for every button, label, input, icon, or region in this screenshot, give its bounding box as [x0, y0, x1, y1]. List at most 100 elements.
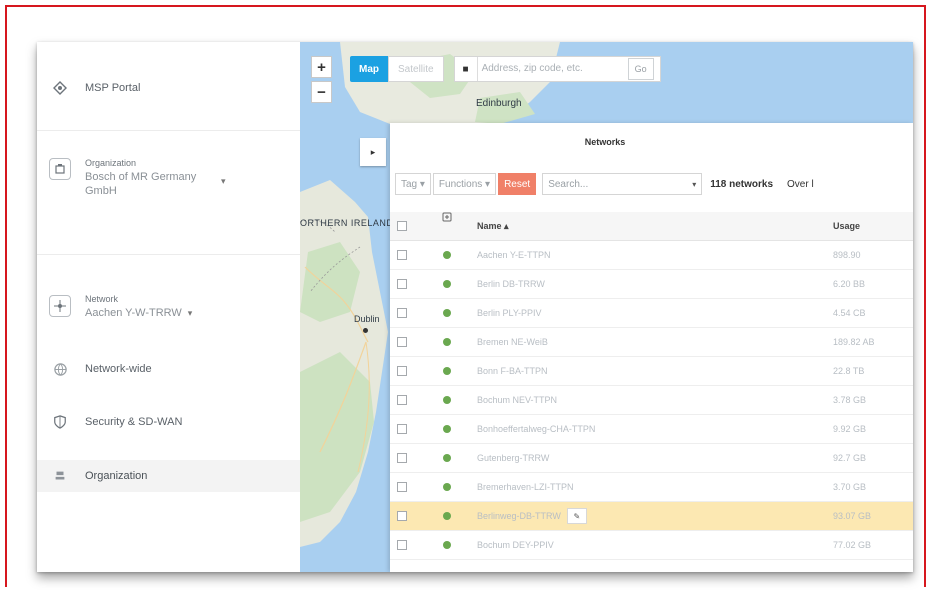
chevron-down-icon: ▾ — [221, 176, 226, 186]
location-pin-icon: ■ — [462, 63, 469, 75]
organization-block: Organization Bosch of MR Germany GmbH ▾ — [85, 156, 226, 198]
msp-portal-label: MSP Portal — [85, 82, 141, 94]
status-dot-icon — [443, 444, 451, 472]
table-row[interactable]: Bochum NEV-TTPN 3.78 GB — [390, 386, 913, 415]
row-checkbox[interactable] — [397, 531, 407, 559]
row-checkbox[interactable] — [397, 502, 407, 530]
row-checkbox[interactable] — [397, 270, 407, 298]
row-checkbox[interactable] — [397, 415, 407, 443]
select-all-checkbox[interactable] — [397, 212, 407, 240]
network-usage: 92.7 GB — [833, 453, 867, 463]
usage-column-header[interactable]: Usage — [833, 212, 860, 240]
panel-title: Networks — [584, 137, 626, 147]
network-name-text: Bremerhaven-LZI-TTPN — [477, 482, 574, 492]
reset-button[interactable]: Reset — [498, 173, 537, 195]
map-label-edinburgh: Edinburgh — [476, 98, 522, 109]
row-checkbox[interactable] — [397, 241, 407, 269]
row-checkbox[interactable] — [397, 473, 407, 501]
table-row[interactable]: Aachen Y-E-TTPN 898.90 — [390, 241, 913, 270]
row-checkbox[interactable] — [397, 328, 407, 356]
sidebar-item-msp-portal[interactable]: MSP Portal — [37, 70, 300, 106]
search-placeholder: Search... — [548, 178, 589, 190]
sidebar-item-organization[interactable]: Organization — [37, 460, 300, 492]
network-name[interactable]: Bremen NE-WeiB — [477, 328, 548, 356]
network-name-text: Berlin DB-TRRW — [477, 279, 545, 289]
table-row[interactable]: Bonhoeffertalweg-CHA-TTPN 9.92 GB — [390, 415, 913, 444]
network-usage: 9.92 GB — [833, 424, 867, 434]
network-name[interactable]: Berlin PLY-PPIV — [477, 299, 542, 327]
table-row[interactable]: Bochum DEY-PPIV 77.02 GB — [390, 531, 913, 560]
tag-filter-button[interactable]: Tag ▾ — [395, 173, 431, 195]
organization-nav-icon — [49, 465, 71, 487]
organization-selector[interactable]: Organization Bosch of MR Germany GmbH ▾ — [37, 150, 300, 210]
network-name[interactable]: Aachen Y-E-TTPN — [477, 241, 551, 269]
name-column-header[interactable]: Name ▴ — [477, 212, 509, 240]
table-row[interactable]: Bonn F-BA-TTPN 22.8 TB — [390, 357, 913, 386]
network-name[interactable]: Bonhoeffertalweg-CHA-TTPN — [477, 415, 595, 443]
row-checkbox[interactable] — [397, 386, 407, 414]
organization-nav-label: Organization — [85, 470, 148, 482]
network-usage: 3.78 GB — [833, 395, 867, 405]
table-row[interactable]: Bremen NE-WeiB 189.82 AB — [390, 328, 913, 357]
zoom-out-button[interactable]: − — [311, 81, 332, 103]
address-search-input[interactable]: Address, zip code, etc. — [476, 57, 622, 81]
map-toolbar: Map Satellite ■ Address, zip code, etc. … — [350, 55, 661, 83]
functions-filter-button[interactable]: Functions ▾ — [432, 173, 497, 195]
network-name[interactable]: Bonn F-BA-TTPN — [477, 357, 548, 385]
network-name[interactable]: Berlinweg-DB-TTRW ✎ — [477, 502, 587, 530]
network-name[interactable]: Gutenberg-TRRW — [477, 444, 549, 472]
network-usage: 6.20 BB — [833, 279, 866, 289]
caret-right-icon: ▸ — [370, 146, 376, 157]
status-dot-icon — [443, 531, 451, 559]
plus-icon: + — [317, 58, 326, 76]
row-checkbox[interactable] — [397, 444, 407, 472]
collapse-panel-button[interactable]: ▸ — [360, 138, 386, 166]
status-dot-icon — [443, 502, 451, 530]
table-row[interactable]: Berlin PLY-PPIV 4.54 CB — [390, 299, 913, 328]
network-name[interactable]: Berlin DB-TRRW — [477, 270, 545, 298]
edit-tag-icon[interactable]: ✎ — [566, 508, 587, 524]
map-label-northern-ireland: ORTHERN IRELAND — [300, 218, 394, 228]
table-row[interactable]: Gutenberg-TRRW 92.7 GB — [390, 444, 913, 473]
table-row[interactable]: Berlinweg-DB-TTRW ✎ 93.07 GB — [390, 502, 913, 531]
satellite-view-button[interactable]: Satellite — [388, 56, 444, 82]
network-usage: 93.07 GB — [833, 511, 872, 521]
go-button[interactable]: Go — [627, 58, 654, 80]
network-usage: 3.70 GB — [833, 482, 867, 492]
network-name-text: Berlin PLY-PPIV — [477, 308, 542, 318]
overview-link[interactable]: Over l — [787, 179, 814, 190]
sidebar-item-security-sdwan[interactable]: Security & SD-WAN — [37, 407, 300, 437]
zoom-in-button[interactable]: + — [311, 56, 332, 78]
row-checkbox[interactable] — [397, 299, 407, 327]
network-name-text: Berlinweg-DB-TTRW — [477, 511, 561, 521]
network-name-text: Bochum NEV-TTPN — [477, 395, 558, 405]
network-name-text: Aachen Y-E-TTPN — [477, 250, 551, 260]
map-label-dublin: Dublin — [354, 314, 380, 324]
security-sdwan-label: Security & SD-WAN — [85, 416, 183, 428]
network-name-text: Gutenberg-TRRW — [477, 453, 550, 463]
status-dot-icon — [443, 299, 451, 327]
globe-icon — [49, 358, 71, 380]
table-row[interactable]: Bremerhaven-LZI-TTPN 3.70 GB — [390, 473, 913, 502]
row-checkbox[interactable] — [397, 357, 407, 385]
sidebar-item-network-wide[interactable]: Network-wide — [37, 354, 300, 384]
network-search-input[interactable]: Search... ▾ — [542, 173, 703, 195]
app-window: MSP Portal Organization Bosch of MR Germ… — [37, 42, 913, 572]
table-row[interactable]: Berlin DB-TRRW 6.20 BB — [390, 270, 913, 299]
map-view[interactable]: + − Map Satellite ■ Address, zip code, e… — [300, 42, 913, 572]
map-view-button[interactable]: Map — [350, 56, 388, 82]
network-name-text: Bonhoeffertalweg-CHA-TTPN — [477, 424, 596, 434]
status-dot-icon — [443, 241, 451, 269]
network-selector[interactable]: Network Aachen Y-W-TRRW ▾ — [37, 286, 300, 326]
chevron-down-icon: ▾ — [692, 179, 697, 189]
portal-icon — [49, 77, 71, 99]
status-dot-icon — [443, 328, 451, 356]
network-name[interactable]: Bochum DEY-PPIV — [477, 531, 554, 559]
network-name[interactable]: Bremerhaven-LZI-TTPN — [477, 473, 574, 501]
status-dot-icon — [443, 270, 451, 298]
organization-value: Bosch of MR Germany GmbH — [85, 171, 197, 197]
address-search[interactable]: ■ Address, zip code, etc. Go — [453, 56, 661, 82]
network-name[interactable]: Bochum NEV-TTPN — [477, 386, 557, 414]
network-usage: 189.82 AB — [833, 337, 875, 347]
network-block: Network Aachen Y-W-TRRW ▾ — [85, 292, 192, 320]
